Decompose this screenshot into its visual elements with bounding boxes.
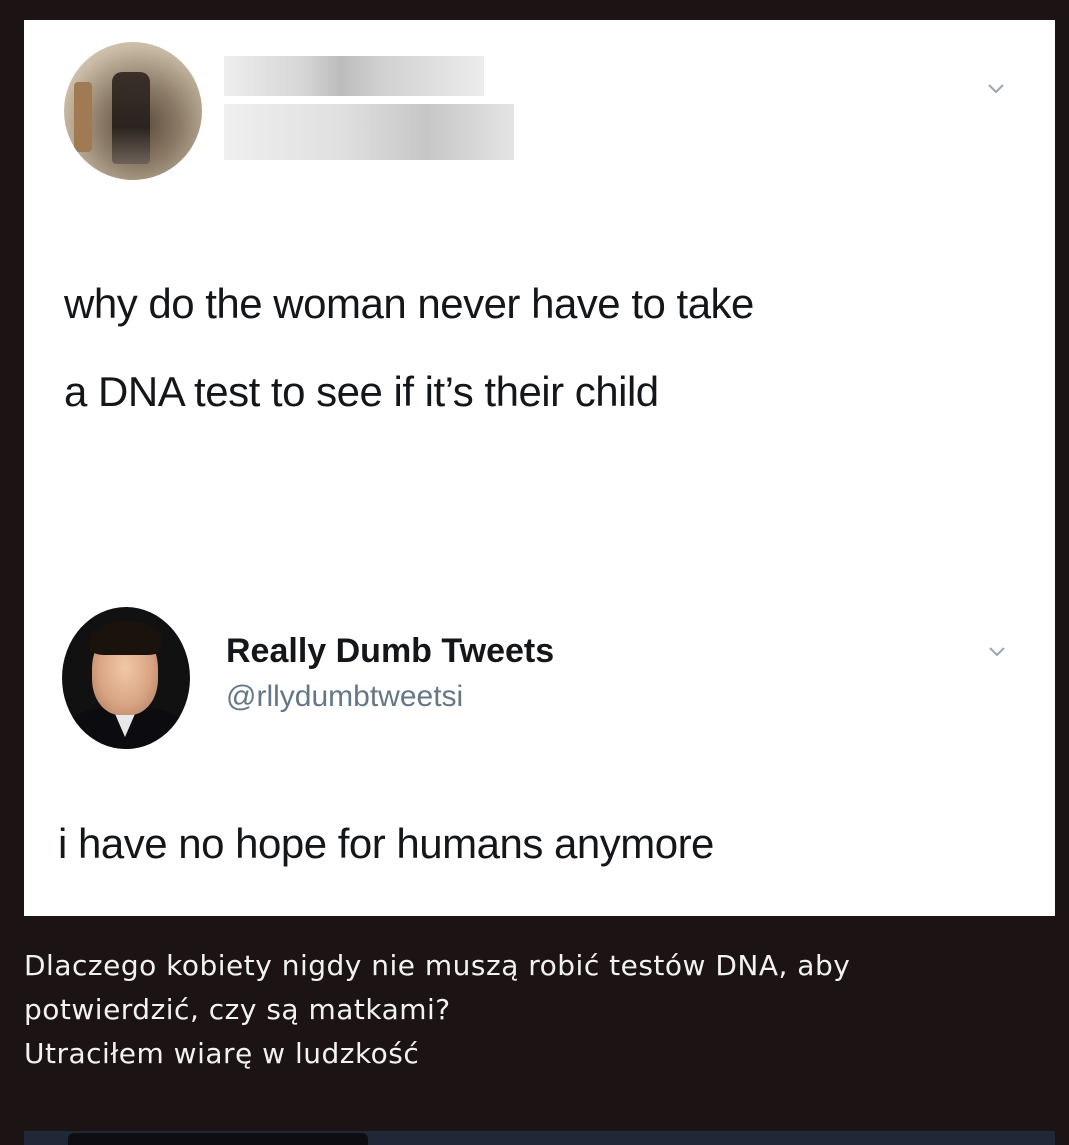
tweet-1-line-2: a DNA test to see if it’s their child	[64, 368, 659, 415]
post-caption: Dlaczego kobiety nigdy nie muszą robić t…	[24, 944, 1034, 1076]
chevron-down-icon	[988, 84, 1004, 94]
meme-image[interactable]: why do the woman never have to take a DN…	[24, 20, 1055, 916]
avatar-blurred	[64, 42, 202, 180]
caption-line-3: Utraciłem wiarę w ludzkość	[24, 1037, 420, 1070]
chevron-down-icon	[989, 647, 1005, 657]
display-name: Really Dumb Tweets	[226, 632, 555, 670]
tweet-1-line-1: why do the woman never have to take	[64, 280, 754, 327]
tweet-1-text: why do the woman never have to take a DN…	[64, 260, 1024, 436]
caption-line-2: potwierdzić, czy są matkami?	[24, 993, 451, 1026]
avatar	[62, 607, 190, 749]
blurred-display-name	[224, 56, 484, 96]
caption-line-1: Dlaczego kobiety nigdy nie muszą robić t…	[24, 949, 851, 982]
user-handle: @rllydumbtweetsi	[226, 680, 464, 713]
blurred-handle	[224, 104, 514, 160]
tweet-2-text: i have no hope for humans anymore	[58, 820, 714, 867]
next-post-preview[interactable]	[24, 1131, 1055, 1145]
